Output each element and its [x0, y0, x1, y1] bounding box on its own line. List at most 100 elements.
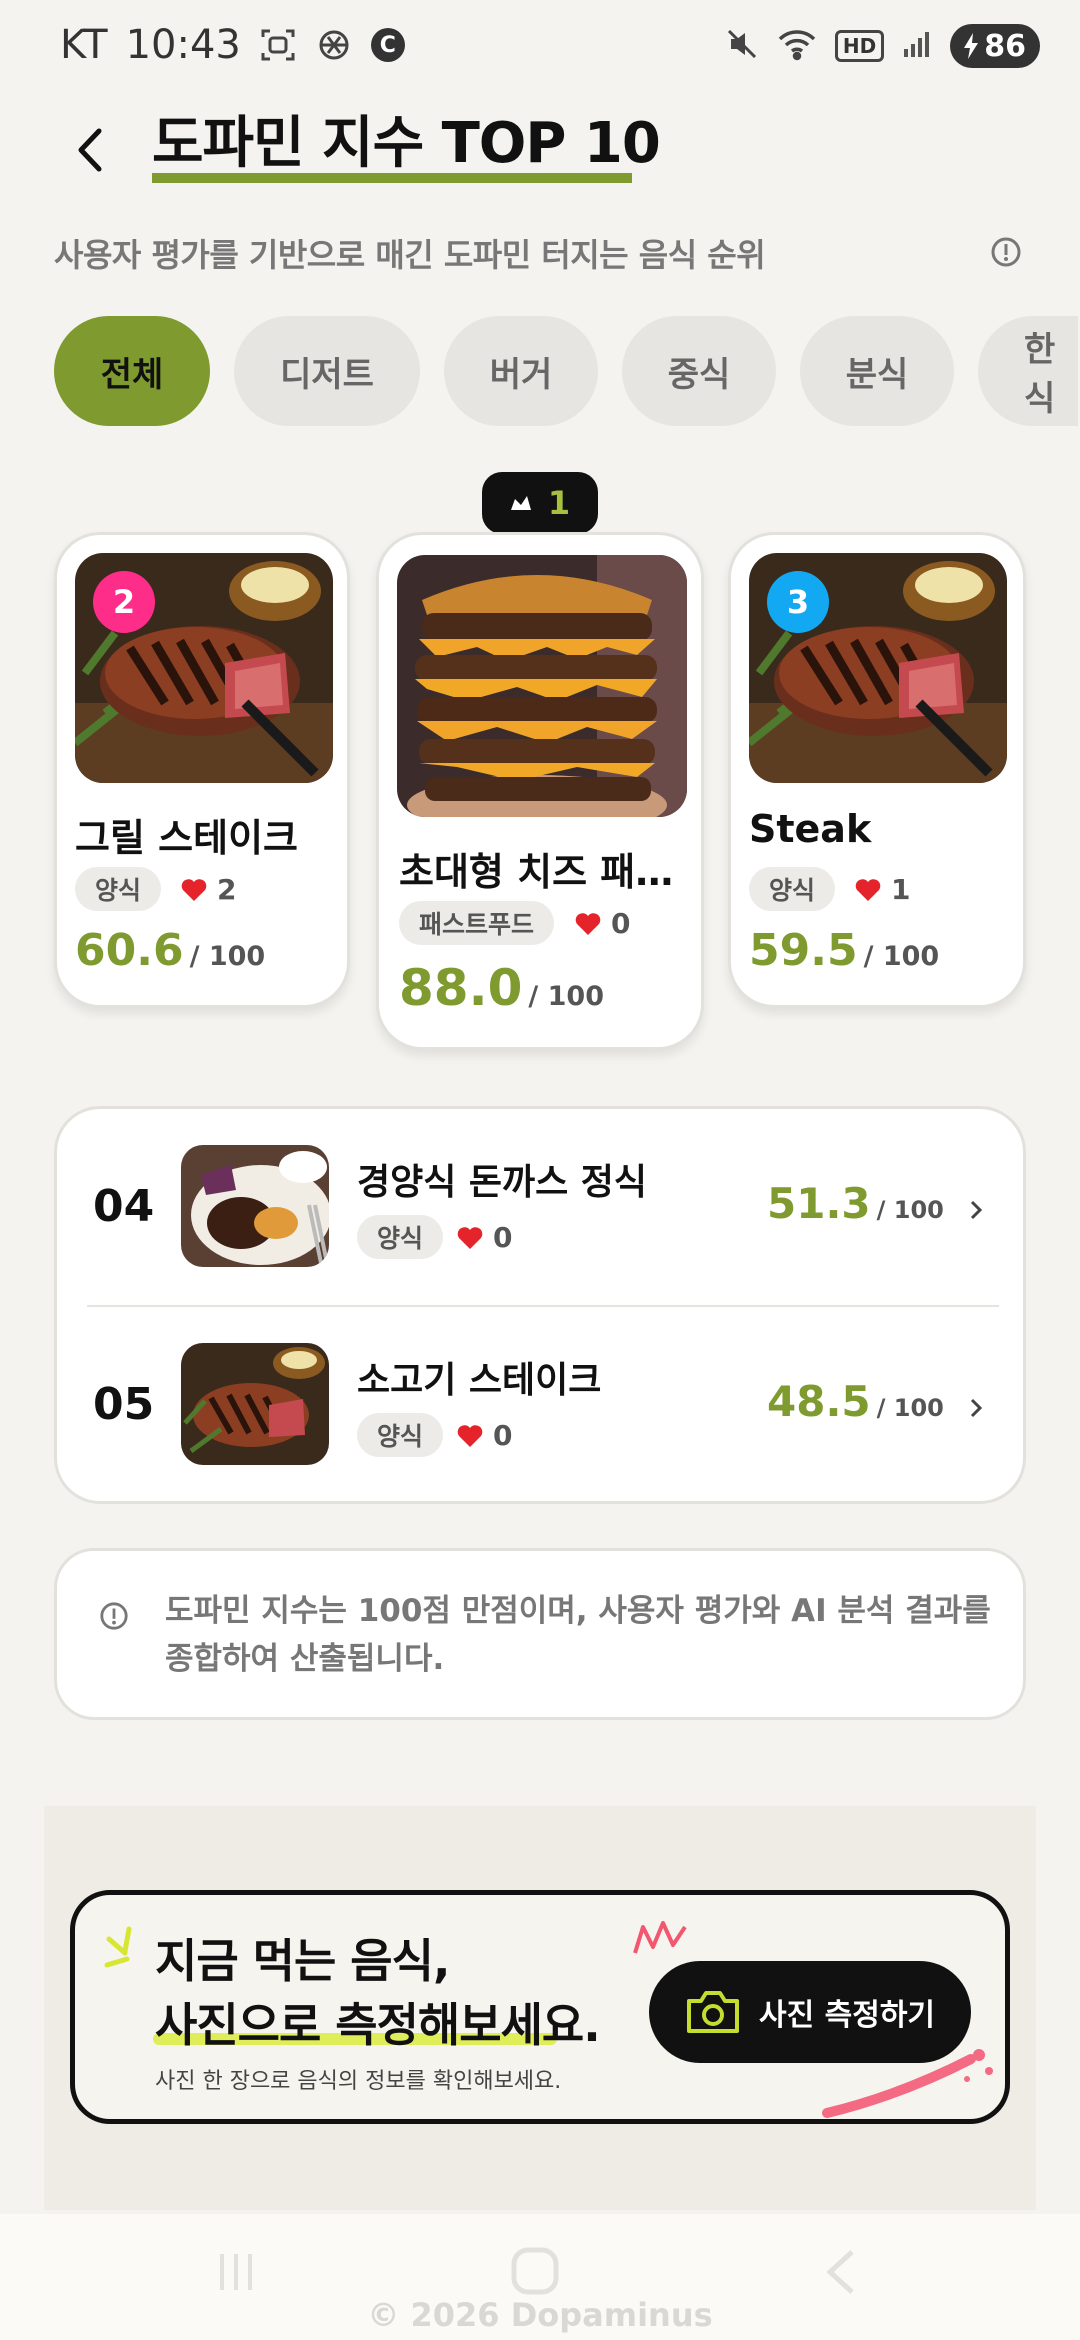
podium-card-rank-3[interactable]: 3 Steak 양식 1 59.5 / 100 [728, 532, 1026, 1008]
info-icon [991, 237, 1021, 267]
category-tag: 양식 [357, 1215, 444, 1259]
camera-icon [686, 1991, 739, 2033]
status-right: HD 86 [725, 24, 1040, 68]
like-count: 0 [457, 1419, 512, 1452]
openai-icon [315, 26, 353, 64]
filter-chip-chinese[interactable]: 중식 [622, 316, 776, 426]
like-count-value: 0 [611, 907, 631, 940]
battery-indicator: 86 [950, 24, 1040, 68]
score-value: 60.6 [75, 925, 184, 976]
like-count-value: 1 [891, 873, 911, 906]
list-item[interactable]: 04 경양식 돈까스 정식 양식 0 51.3 / 100 [57, 1109, 1023, 1305]
ranking-list: 04 경양식 돈까스 정식 양식 0 51.3 / 100 05 소고기 스테이… [54, 1106, 1026, 1504]
podium-food-name: 초대형 치즈 패티… [399, 850, 691, 894]
carrier-label: KT [60, 22, 108, 68]
back-button[interactable] [60, 120, 120, 180]
score-max: / 100 [189, 941, 266, 972]
filter-chip-korean[interactable]: 한식 [978, 316, 1078, 426]
battery-level: 86 [984, 28, 1026, 64]
status-bar: KT 10:43 C HD 86 [0, 0, 1080, 96]
like-count: 2 [181, 873, 236, 906]
page-title: 도파민 지수 TOP 10 [152, 111, 661, 176]
chevron-left-icon [78, 128, 102, 172]
chevron-right-icon [970, 1398, 983, 1418]
list-item[interactable]: 05 소고기 스테이크 양식 0 48.5 / 100 [57, 1307, 1023, 1503]
category-tag: 양식 [749, 867, 836, 911]
crown-icon [510, 496, 531, 510]
like-count: 1 [855, 873, 910, 906]
filter-chip-snack[interactable]: 분식 [800, 316, 954, 426]
category-tag: 양식 [357, 1413, 444, 1457]
chevron-right-icon [970, 1200, 983, 1220]
info-icon [100, 1602, 128, 1630]
hd-icon: HD [834, 30, 885, 62]
mute-icon [725, 27, 759, 65]
filter-chip-burger[interactable]: 버거 [444, 316, 598, 426]
score-max: / 100 [528, 981, 604, 1012]
heart-icon [575, 912, 601, 935]
score: 59.5 / 100 [749, 925, 939, 976]
score: 60.6 / 100 [75, 925, 265, 976]
wifi-icon [777, 27, 817, 65]
score: 88.0 / 100 [399, 959, 604, 1017]
status-left: KT 10:43 C [60, 22, 405, 68]
page-subtitle: 사용자 평가를 기반으로 매긴 도파민 터지는 음식 순위 [54, 236, 766, 274]
podium-card-rank-2[interactable]: 2 그릴 스테이크 양식 2 60.6 / 100 [54, 532, 350, 1008]
info-button[interactable] [990, 236, 1022, 268]
like-count-value: 2 [217, 873, 237, 906]
recent-apps-icon[interactable] [214, 2250, 258, 2294]
list-food-name: 경양식 돈까스 정식 [357, 1162, 648, 1203]
score-value: 51.3 [767, 1179, 871, 1228]
category-tag: 패스트푸드 [399, 901, 555, 945]
sparkle-icon [104, 1926, 132, 1968]
list-food-name: 소고기 스테이크 [357, 1360, 602, 1401]
charging-icon [964, 33, 979, 59]
category-filter: 전체 디저트 버거 중식 분식 한식 [54, 316, 1078, 426]
promo-headline-1: 지금 먹는 음식, [155, 1934, 450, 1988]
like-count-value: 0 [493, 1419, 513, 1452]
like-count-value: 0 [493, 1221, 513, 1254]
like-count: 0 [457, 1221, 512, 1254]
score-max: / 100 [876, 1196, 944, 1224]
rank-1-number: 1 [547, 484, 571, 522]
score-value: 59.5 [749, 925, 858, 976]
heart-icon [457, 1424, 483, 1447]
promo-banner: 지금 먹는 음식, 사진으로 측정해보세요. 사진 한 장으로 음식의 정보를 … [70, 1890, 1010, 2124]
list-rank: 04 [93, 1181, 155, 1232]
category-tag: 양식 [75, 867, 162, 911]
nav-back-icon[interactable] [824, 2248, 858, 2296]
podium-food-name: Steak [749, 807, 872, 851]
rank-1-badge: 1 [482, 472, 598, 534]
like-count: 0 [575, 907, 630, 940]
copyright-text: © 2026 Dopaminus [367, 2296, 713, 2334]
podium-food-name: 그릴 스테이크 [75, 816, 298, 860]
promo-headline-2: 사진으로 측정해보세요. [155, 1998, 601, 2052]
score: 48.5 / 100 [767, 1377, 944, 1426]
score-max: / 100 [863, 941, 940, 972]
filter-chip-korean-label: 한식 [1024, 330, 1056, 419]
food-image-steak [181, 1343, 329, 1465]
food-image-donkatsu [181, 1145, 329, 1267]
system-nav-bar: © 2026 Dopaminus [0, 2214, 1080, 2340]
score: 51.3 / 100 [767, 1179, 944, 1228]
rank-2-circle: 2 [93, 571, 155, 633]
screenshot-icon [259, 26, 297, 64]
heart-icon [457, 1226, 483, 1249]
rank-3-circle: 3 [767, 571, 829, 633]
score-max: / 100 [876, 1394, 944, 1422]
podium-card-rank-1[interactable]: 초대형 치즈 패티… 패스트푸드 0 88.0 / 100 [376, 532, 704, 1050]
heart-icon [181, 878, 207, 901]
filter-chip-all[interactable]: 전체 [54, 316, 210, 426]
info-note-text: 도파민 지수는 100점 만점이며, 사용자 평가와 AI 분석 결과를 종합하… [165, 1593, 991, 1677]
list-rank: 05 [93, 1379, 155, 1430]
photo-measure-label: 사진 측정하기 [758, 1998, 936, 2033]
c-badge-icon: C [370, 28, 405, 62]
heart-icon [855, 878, 881, 901]
home-icon[interactable] [510, 2246, 560, 2296]
photo-measure-button[interactable]: 사진 측정하기 [649, 1961, 971, 2063]
filter-chip-dessert[interactable]: 디저트 [234, 316, 420, 426]
info-note: 도파민 지수는 100점 만점이며, 사용자 평가와 AI 분석 결과를 종합하… [54, 1548, 1026, 1720]
food-image-cheeseburger [397, 555, 687, 817]
clock: 10:43 [125, 22, 241, 68]
spark-doodle-icon [633, 1921, 687, 1954]
